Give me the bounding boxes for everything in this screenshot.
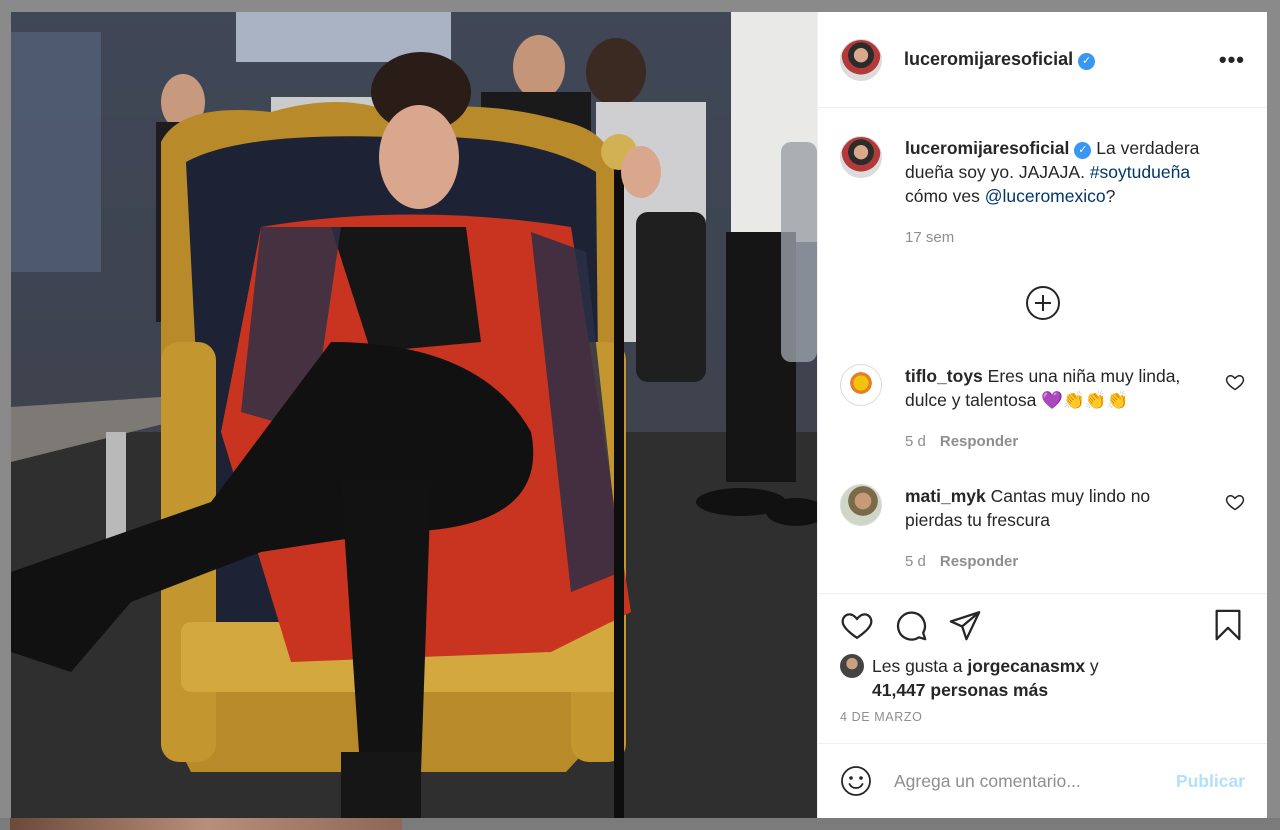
commenter-avatar[interactable] xyxy=(840,484,882,526)
comment-input[interactable] xyxy=(894,770,1176,792)
comment-meta: 5 d Responder xyxy=(905,430,1205,454)
caption-body: luceromijaresoficial ✓ La verdadera dueña… xyxy=(905,136,1245,250)
post-modal: luceromijaresoficial ✓ ••• luceromijareso… xyxy=(11,12,1267,818)
comment-body: tiflo_toys Eres una niña muy linda, dulc… xyxy=(905,364,1245,454)
likes-summary: Les gusta a jorgecanasmx y 41,447 person… xyxy=(840,654,1245,702)
post-photo[interactable] xyxy=(11,12,817,818)
caption-timestamp[interactable]: 17 sem xyxy=(905,229,954,246)
comment-body: mati_myk Cantas muy lindo no pierdas tu … xyxy=(905,484,1245,574)
caption-meta: 17 sem xyxy=(905,226,1205,250)
publish-button[interactable]: Publicar xyxy=(1176,771,1245,792)
photo-illustration xyxy=(11,12,817,818)
liker-username[interactable]: jorgecanasmx xyxy=(967,656,1085,676)
author-avatar[interactable] xyxy=(840,38,882,81)
caption-mention[interactable]: @luceromexico xyxy=(985,186,1106,206)
load-more-wrap xyxy=(840,286,1245,320)
caption-text-middle: cómo ves xyxy=(905,186,985,206)
action-icons xyxy=(840,608,1245,642)
verified-badge-icon: ✓ xyxy=(1074,142,1092,159)
post-header: luceromijaresoficial ✓ ••• xyxy=(818,12,1267,108)
commenter-avatar[interactable] xyxy=(840,364,882,406)
comments-section: luceromijaresoficial ✓ La verdadera dueña… xyxy=(818,108,1267,593)
post-side-panel: luceromijaresoficial ✓ ••• luceromijareso… xyxy=(817,12,1267,818)
like-comment-heart-icon[interactable] xyxy=(1225,372,1245,392)
caption-hashtag[interactable]: #soytudueña xyxy=(1090,162,1190,182)
heart-icon[interactable] xyxy=(840,608,874,642)
likes-prefix: Les gusta a xyxy=(872,656,968,676)
caption-author-avatar[interactable] xyxy=(840,136,882,178)
post-actions: Les gusta a jorgecanasmx y 41,447 person… xyxy=(818,593,1267,743)
comment-timestamp[interactable]: 5 d xyxy=(905,553,926,570)
author-username[interactable]: luceromijaresoficial ✓ xyxy=(904,49,1096,70)
likes-joiner: y xyxy=(1085,656,1099,676)
reply-button[interactable]: Responder xyxy=(940,553,1018,570)
add-comment-bar: Publicar xyxy=(818,743,1267,818)
more-options-icon[interactable]: ••• xyxy=(1219,47,1245,73)
reply-button[interactable]: Responder xyxy=(940,433,1018,450)
likes-count[interactable]: 41,447 personas más xyxy=(872,680,1048,700)
liker-avatar[interactable] xyxy=(840,654,864,678)
emoji-icon[interactable] xyxy=(840,765,872,797)
verified-badge-icon: ✓ xyxy=(1078,53,1096,70)
load-more-comments-icon[interactable] xyxy=(1025,286,1060,320)
caption-text-after: ? xyxy=(1105,186,1116,206)
background-thumbnail xyxy=(10,818,402,830)
comment-username[interactable]: mati_myk xyxy=(905,486,986,506)
post-date[interactable]: 4 DE MARZO xyxy=(840,710,1245,724)
comment-username[interactable]: tiflo_toys xyxy=(905,366,983,386)
bookmark-icon[interactable] xyxy=(1211,608,1245,642)
share-icon[interactable] xyxy=(948,608,982,642)
comment-item: tiflo_toys Eres una niña muy linda, dulc… xyxy=(840,364,1245,454)
author-username-text[interactable]: luceromijaresoficial xyxy=(904,49,1073,69)
comment-timestamp[interactable]: 5 d xyxy=(905,433,926,450)
likes-text: Les gusta a jorgecanasmx y 41,447 person… xyxy=(872,654,1099,702)
comment-item: mati_myk Cantas muy lindo no pierdas tu … xyxy=(840,484,1245,574)
caption: luceromijaresoficial ✓ La verdadera dueña… xyxy=(840,136,1245,250)
caption-username[interactable]: luceromijaresoficial xyxy=(905,138,1069,158)
like-comment-heart-icon[interactable] xyxy=(1225,492,1245,512)
comment-meta: 5 d Responder xyxy=(905,550,1205,574)
comment-icon[interactable] xyxy=(894,608,928,642)
background-strip xyxy=(0,818,1280,830)
